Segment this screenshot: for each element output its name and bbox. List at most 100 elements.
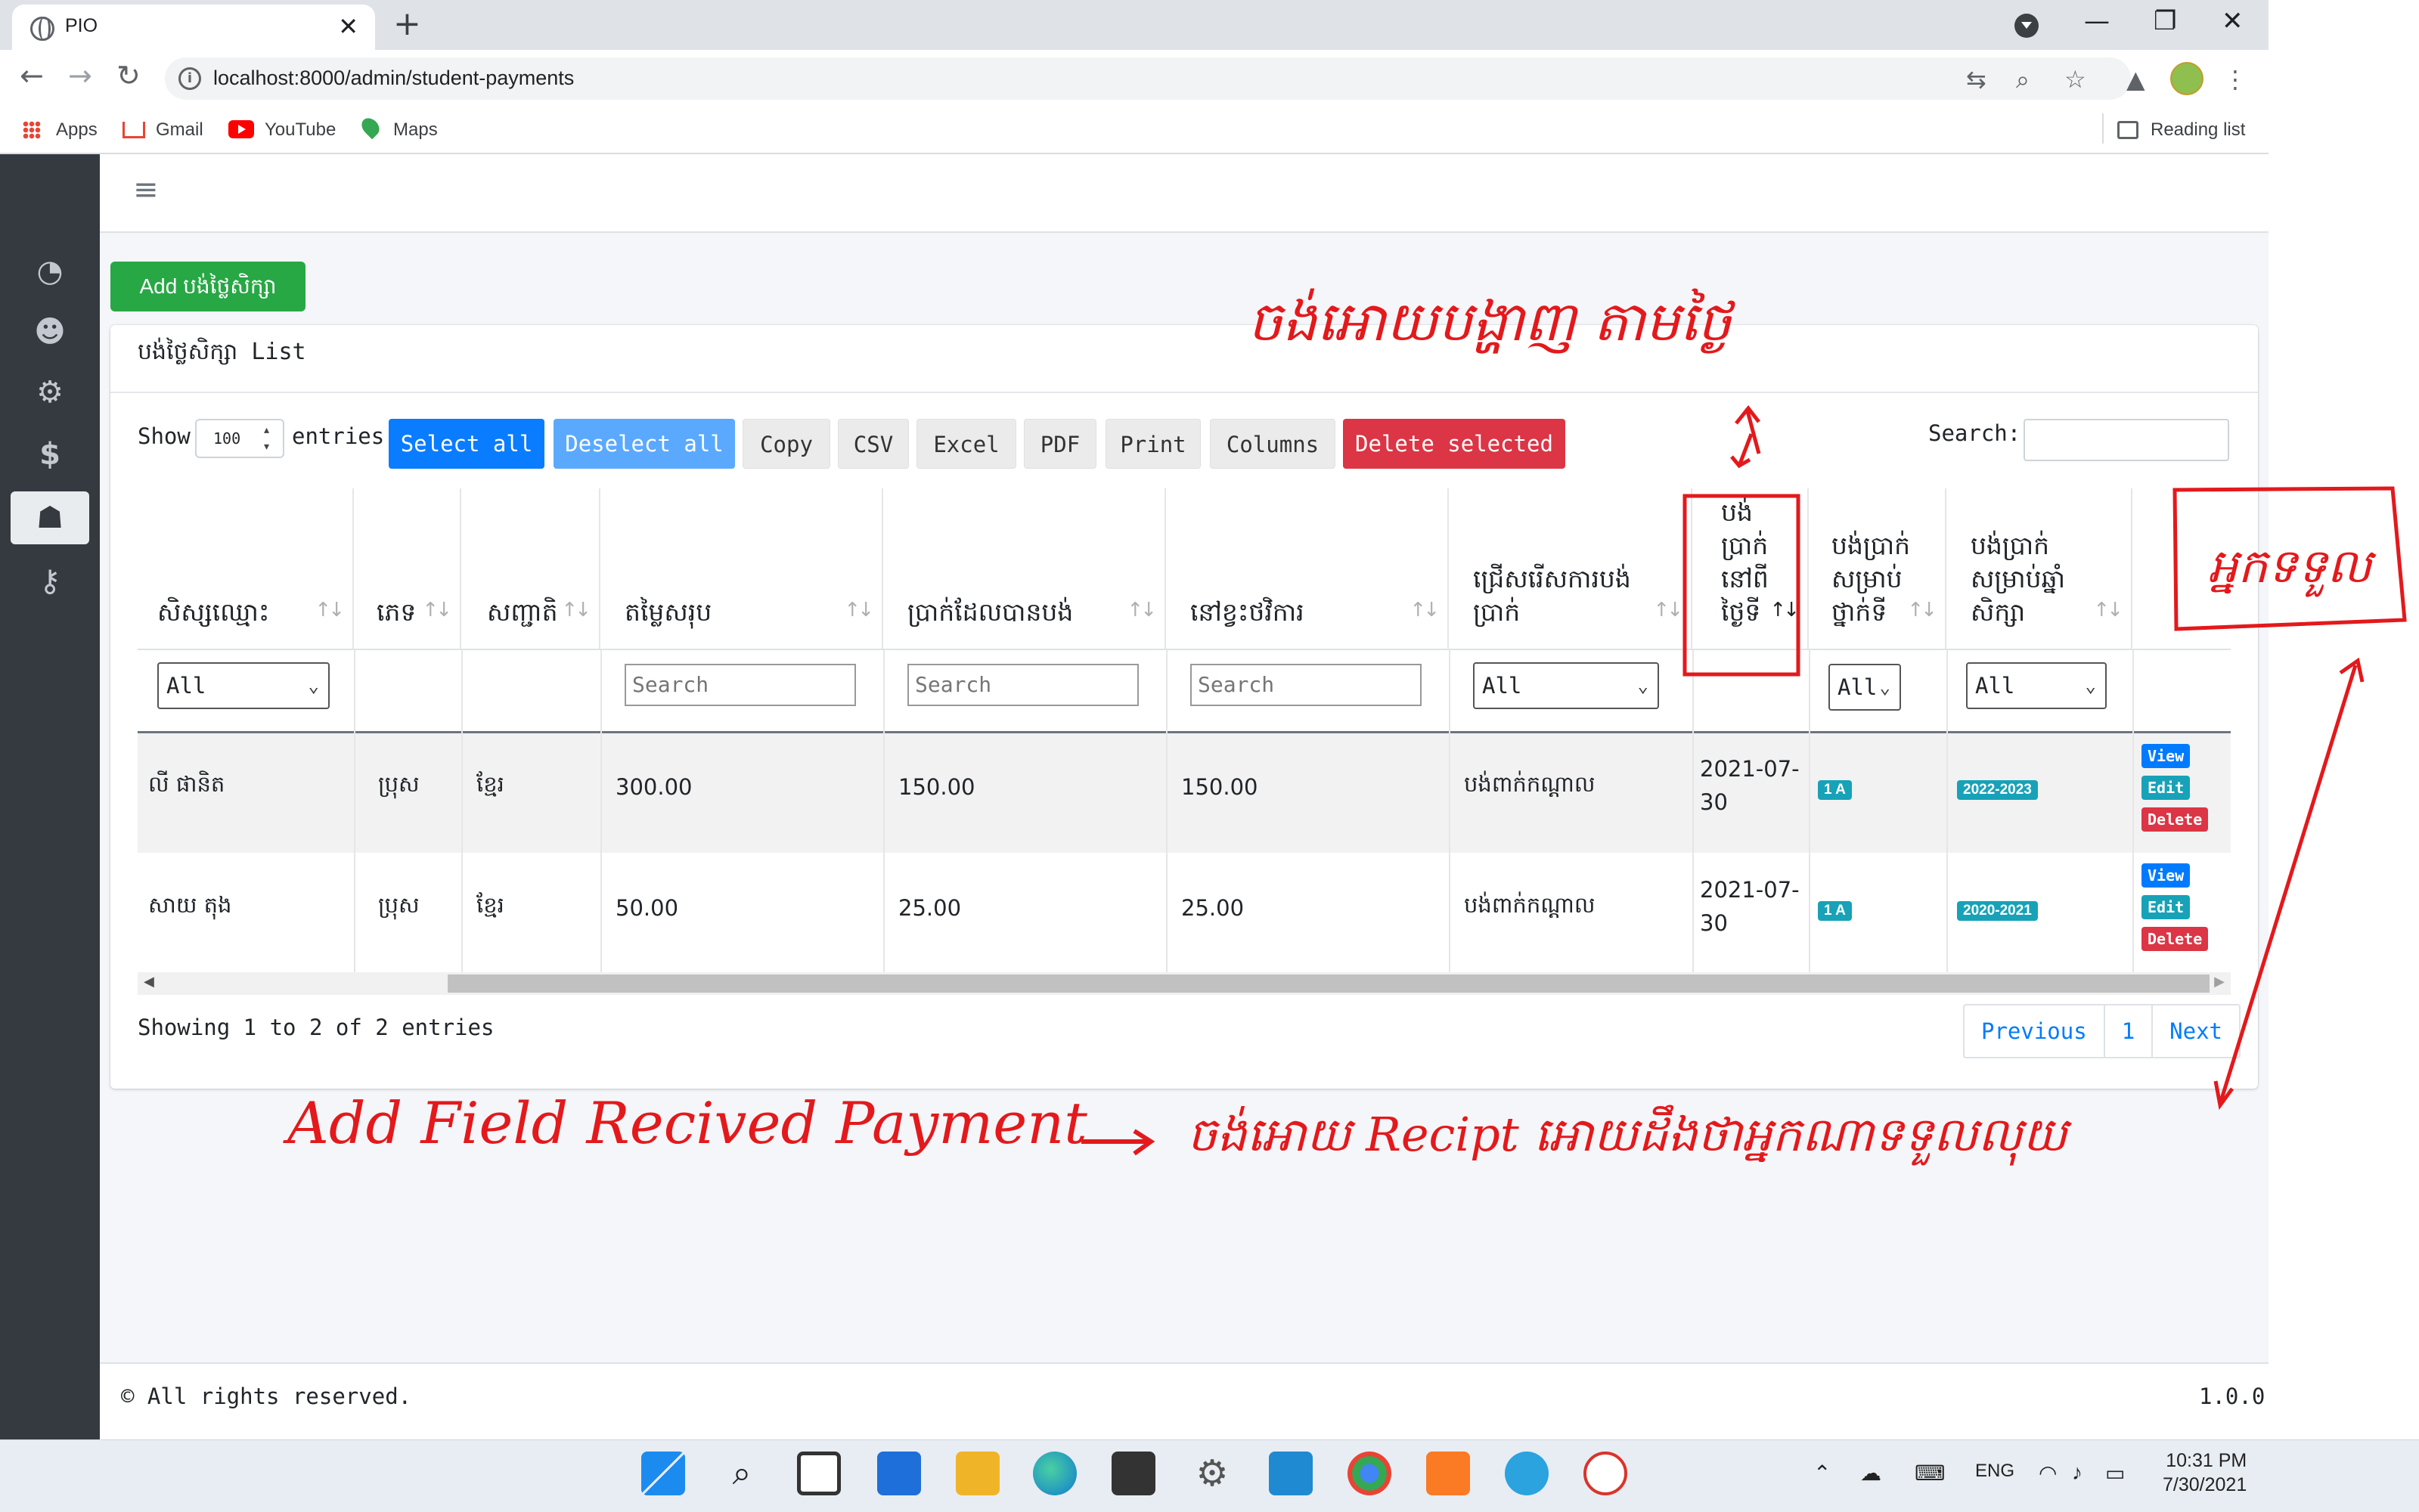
copy-button[interactable]: Copy — [743, 419, 830, 469]
battery-icon[interactable]: ▭ — [2105, 1461, 2125, 1486]
reading-list-button[interactable]: Reading list — [2117, 115, 2245, 145]
column-header-label: ជ្រើសរើសការបង់ប្រាក់ — [1473, 564, 1631, 627]
translate-icon[interactable]: ⇆ — [1966, 65, 1986, 94]
close-window-icon[interactable]: ✕ — [2222, 6, 2244, 36]
volume-icon[interactable]: ♪ — [2072, 1461, 2083, 1485]
minimize-icon[interactable]: — — [2084, 6, 2110, 36]
browser-tab[interactable]: PIO ✕ — [12, 5, 375, 50]
class-filter-select[interactable]: All ⌄ — [1828, 664, 1901, 711]
bookmark-star-icon[interactable]: ☆ — [2064, 65, 2086, 94]
chrome-icon[interactable] — [1348, 1452, 1391, 1495]
dashboard-gauge-icon[interactable]: ◔ — [11, 245, 89, 298]
telegram-icon[interactable] — [1505, 1452, 1549, 1495]
deselect-all-button[interactable]: Deselect all — [554, 419, 735, 469]
scroll-right-arrow-icon[interactable]: ▶ — [2214, 974, 2225, 990]
new-tab-button[interactable]: + — [393, 5, 421, 44]
column-divider — [461, 650, 463, 972]
edge-icon[interactable] — [1033, 1452, 1077, 1495]
csv-button[interactable]: CSV — [838, 419, 909, 469]
edit-button[interactable]: Edit — [2141, 776, 2191, 800]
excel-button[interactable]: Excel — [916, 419, 1016, 469]
keyboard-icon[interactable]: ⌨ — [1915, 1461, 1945, 1486]
column-header-student-name[interactable]: សិស្សឈ្មោះ ↑↓ — [138, 488, 354, 650]
column-header-remaining[interactable]: នៅខ្វះថវិការ ↑↓ — [1166, 488, 1449, 650]
url-text[interactable]: localhost:8000/admin/student-payments — [213, 67, 574, 90]
wifi-icon[interactable]: ◠ — [2039, 1461, 2057, 1486]
sort-icon: ↑↓ — [422, 599, 452, 621]
settings-cogs-icon[interactable]: ⚙ — [11, 366, 89, 419]
bookmark-gmail[interactable]: Gmail — [123, 115, 203, 145]
users-icon[interactable]: ☻ — [11, 305, 89, 358]
reload-icon[interactable]: ↻ — [116, 59, 141, 92]
snipping-tool-icon[interactable] — [1583, 1452, 1627, 1495]
onedrive-icon[interactable]: ☁ — [1860, 1461, 1881, 1486]
edit-button[interactable]: Edit — [2141, 895, 2191, 919]
xampp-icon[interactable] — [1426, 1452, 1470, 1495]
total-filter-input[interactable]: Search — [625, 664, 856, 706]
print-button[interactable]: Print — [1106, 419, 1201, 469]
clock[interactable]: 10:31 PM 7/30/2021 — [2163, 1448, 2247, 1497]
task-view-icon[interactable] — [797, 1452, 841, 1495]
column-header-payment-type[interactable]: ជ្រើសរើសការបង់ប្រាក់ ↑↓ — [1449, 488, 1692, 650]
labs-flask-icon[interactable]: ▲ — [2126, 65, 2145, 94]
scrollbar-thumb[interactable] — [448, 974, 2210, 993]
hamburger-menu-icon[interactable]: ≡ — [133, 172, 159, 207]
key-icon[interactable]: ⚷ — [11, 555, 89, 608]
widgets-icon[interactable] — [877, 1452, 921, 1495]
year-filter-select[interactable]: All ⌄ — [1966, 662, 2107, 709]
language-indicator[interactable]: ENG — [1975, 1461, 2014, 1482]
column-header-gender[interactable]: ភេទ ↑↓ — [354, 488, 461, 650]
scroll-left-arrow-icon[interactable]: ◀ — [144, 974, 154, 990]
column-header-academic-year[interactable]: បង់ប្រាក់សម្រាប់ឆ្នាំសិក្សា ↑↓ — [1946, 488, 2132, 650]
forward-icon[interactable]: → — [68, 59, 92, 92]
dollar-icon[interactable]: $ — [11, 428, 89, 481]
restore-icon[interactable]: ❐ — [2154, 6, 2176, 36]
select-all-button[interactable]: Select all — [389, 419, 544, 469]
paid-filter-input[interactable]: Search — [907, 664, 1139, 706]
column-header-class[interactable]: បង់ប្រាក់សម្រាប់ថ្នាក់ទី ↑↓ — [1809, 488, 1946, 650]
bookmark-maps[interactable]: Maps — [358, 114, 438, 145]
delete-selected-button[interactable]: Delete selected — [1343, 419, 1565, 469]
page-length-value: 100 — [213, 429, 241, 448]
start-windows-icon[interactable] — [641, 1452, 685, 1495]
site-info-icon[interactable]: i — [178, 67, 201, 90]
remaining-filter-input[interactable]: Search — [1190, 664, 1422, 706]
columns-button[interactable]: Columns — [1210, 419, 1335, 469]
menu-kebab-icon[interactable]: ⋮ — [2223, 65, 2247, 94]
back-icon[interactable]: ← — [20, 59, 44, 92]
search-icon[interactable]: ⌕ — [720, 1452, 764, 1495]
delete-button[interactable]: Delete — [2141, 807, 2209, 832]
omnibox[interactable]: i localhost:8000/admin/student-payments — [165, 57, 2131, 100]
tab-search-icon[interactable] — [2014, 14, 2039, 38]
previous-page-button[interactable]: Previous — [1965, 1005, 2105, 1057]
zoom-icon[interactable]: ⌕ — [2016, 65, 2030, 94]
column-header-paid[interactable]: ប្រាក់ដែលបានបង់ ↑↓ — [883, 488, 1166, 650]
next-page-button[interactable]: Next — [2153, 1005, 2239, 1057]
pdf-button[interactable]: PDF — [1024, 419, 1096, 469]
name-filter-select[interactable]: All ⌄ — [157, 662, 330, 709]
file-explorer-icon[interactable] — [956, 1452, 1000, 1495]
footer — [100, 1362, 2269, 1439]
page-1-button[interactable]: 1 — [2105, 1005, 2154, 1057]
horizontal-scrollbar[interactable]: ◀ ▶ — [138, 972, 2231, 995]
bookmark-apps[interactable]: Apps — [56, 115, 98, 145]
vscode-icon[interactable] — [1269, 1452, 1313, 1495]
view-button[interactable]: View — [2141, 863, 2191, 888]
tray-overflow-icon[interactable]: ⌃ — [1813, 1461, 1831, 1486]
column-header-nationality[interactable]: សញ្ជាតិ ↑↓ — [461, 488, 600, 650]
column-header-paid-date[interactable]: បង់ប្រាក់នៅពីថ្ងៃទី ↑↓ — [1692, 488, 1809, 650]
payment-type-filter-select[interactable]: All ⌄ — [1473, 662, 1659, 709]
profile-avatar[interactable] — [2170, 62, 2203, 95]
delete-button[interactable]: Delete — [2141, 927, 2209, 951]
search-input[interactable] — [2024, 419, 2229, 461]
hand-holding-money-icon[interactable]: ☗ — [11, 491, 89, 544]
bookmark-youtube[interactable]: YouTube — [228, 115, 336, 145]
add-payment-button[interactable]: Add បង់ថ្លៃសិក្សា — [110, 262, 305, 311]
column-header-total[interactable]: តម្លៃសរុប ↑↓ — [600, 488, 883, 650]
close-tab-icon[interactable]: ✕ — [338, 12, 358, 41]
column-header-label: តម្លៃសរុប — [625, 597, 712, 627]
view-button[interactable]: View — [2141, 744, 2191, 768]
settings-gear-icon[interactable]: ⚙ — [1190, 1452, 1234, 1495]
page-length-select[interactable]: 100 ▴ ▾ — [195, 419, 284, 458]
store-icon[interactable] — [1112, 1452, 1155, 1495]
